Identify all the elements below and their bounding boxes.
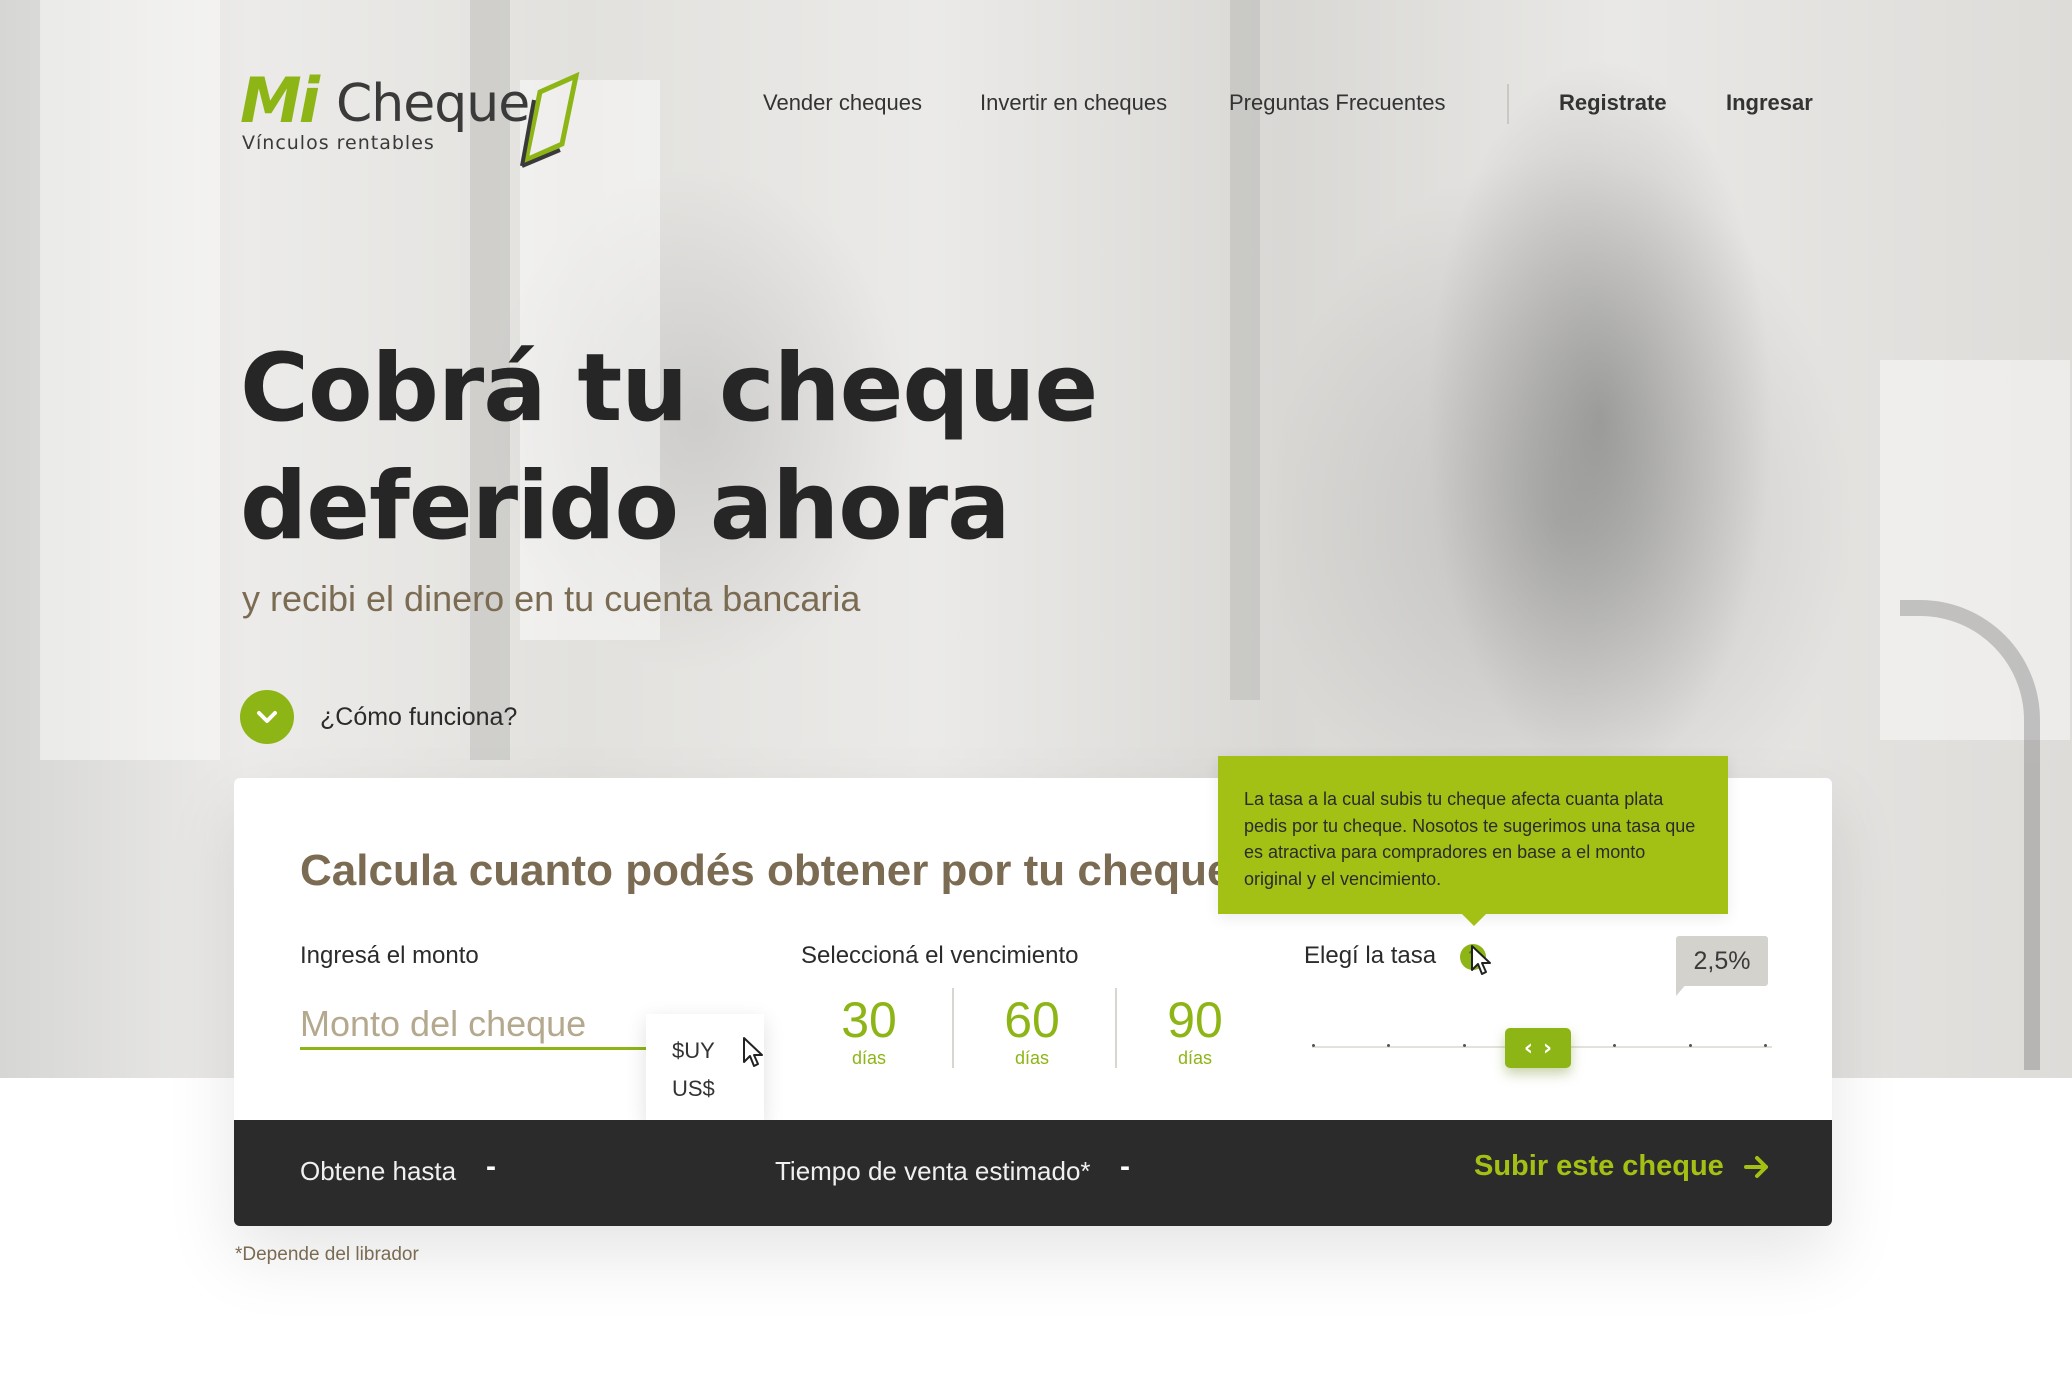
nav-divider [1507, 84, 1509, 124]
due-option-unit: días [851, 1048, 887, 1068]
site-logo[interactable]: Mi Cheque Vínculos rentables [240, 64, 580, 174]
hero-subtitle: y recibi el dinero en tu cuenta bancaria [242, 578, 861, 619]
due-option-90[interactable]: 90 días [1115, 992, 1275, 1072]
nav-preguntas-frecuentes[interactable]: Preguntas Frecuentes [1229, 90, 1445, 116]
rate-slider-handle[interactable]: ‹ › [1505, 1028, 1571, 1068]
logo-tagline: Vínculos rentables [242, 132, 435, 154]
rate-slider-tick [1462, 1044, 1466, 1047]
nav-login-link[interactable]: Ingresar [1726, 90, 1813, 116]
arrow-right-icon [1743, 1155, 1768, 1178]
sale-time-label: Tiempo de venta estimado* [775, 1156, 1091, 1186]
rate-value-badge: 2,5% [1676, 936, 1768, 986]
rate-slider-tick [1312, 1044, 1315, 1047]
due-option-number: 60 [1004, 992, 1060, 1048]
book-icon [520, 71, 580, 168]
nav-invertir-cheques[interactable]: Invertir en cheques [980, 90, 1167, 116]
upload-cheque-label: Subir este cheque [1474, 1150, 1724, 1182]
currency-dropdown[interactable]: $UY US$ [646, 1014, 764, 1124]
result-bar: Obtene hasta - Tiempo de venta estimado*… [234, 1120, 1832, 1226]
amount-input[interactable] [300, 1000, 646, 1050]
logo-mi-text: Mi [240, 64, 320, 137]
how-it-works-button[interactable] [240, 690, 294, 744]
due-option-30[interactable]: 30 días [789, 992, 949, 1072]
due-label: Seleccioná el vencimiento [801, 942, 1079, 969]
obtain-label: Obtene hasta [300, 1156, 457, 1186]
mouse-cursor-icon [743, 1037, 763, 1067]
upload-cheque-button[interactable]: Subir este cheque [1474, 1150, 1770, 1183]
mouse-cursor-icon [1471, 945, 1491, 975]
chevron-right-icon: › [1543, 1035, 1553, 1061]
rate-slider-tick [1688, 1044, 1692, 1047]
due-option-number: 90 [1167, 992, 1223, 1048]
rate-label: Elegí la tasa [1304, 942, 1437, 969]
due-option-60[interactable]: 60 días [952, 992, 1112, 1072]
sale-time-value: - [1120, 1150, 1130, 1183]
calculator-title: Calcula cuanto podés obtener por tu cheq… [300, 846, 1232, 895]
amount-label: Ingresá el monto [300, 942, 479, 969]
due-option-unit: días [1014, 1048, 1050, 1068]
logo-cheque-text: Cheque [336, 74, 530, 134]
how-it-works-label: ¿Cómo funciona? [320, 702, 518, 731]
how-it-works-link[interactable]: ¿Cómo funciona? [240, 690, 517, 744]
nav-vender-cheques[interactable]: Vender cheques [763, 90, 922, 116]
currency-option-usd[interactable]: US$ [646, 1070, 764, 1108]
rate-slider-tick [1764, 1044, 1767, 1047]
obtain-value: - [486, 1150, 496, 1183]
rate-tooltip: La tasa a la cual subis tu cheque afecta… [1218, 756, 1728, 914]
chevron-down-icon [257, 711, 277, 723]
chevron-left-icon: ‹ [1523, 1035, 1533, 1061]
rate-badge-tail [1676, 982, 1688, 996]
hero-title-line1: Cobrá tu cheque [240, 334, 1098, 443]
due-option-unit: días [1177, 1048, 1213, 1068]
nav-register-link[interactable]: Registrate [1559, 90, 1667, 116]
footnote: *Depende del librador [235, 1244, 419, 1265]
due-option-number: 30 [841, 992, 897, 1048]
hero-title: Cobrá tu cheque deferido ahora [240, 330, 1240, 566]
rate-tooltip-tail [1462, 914, 1486, 926]
hero-title-line2: deferido ahora [240, 452, 1011, 561]
